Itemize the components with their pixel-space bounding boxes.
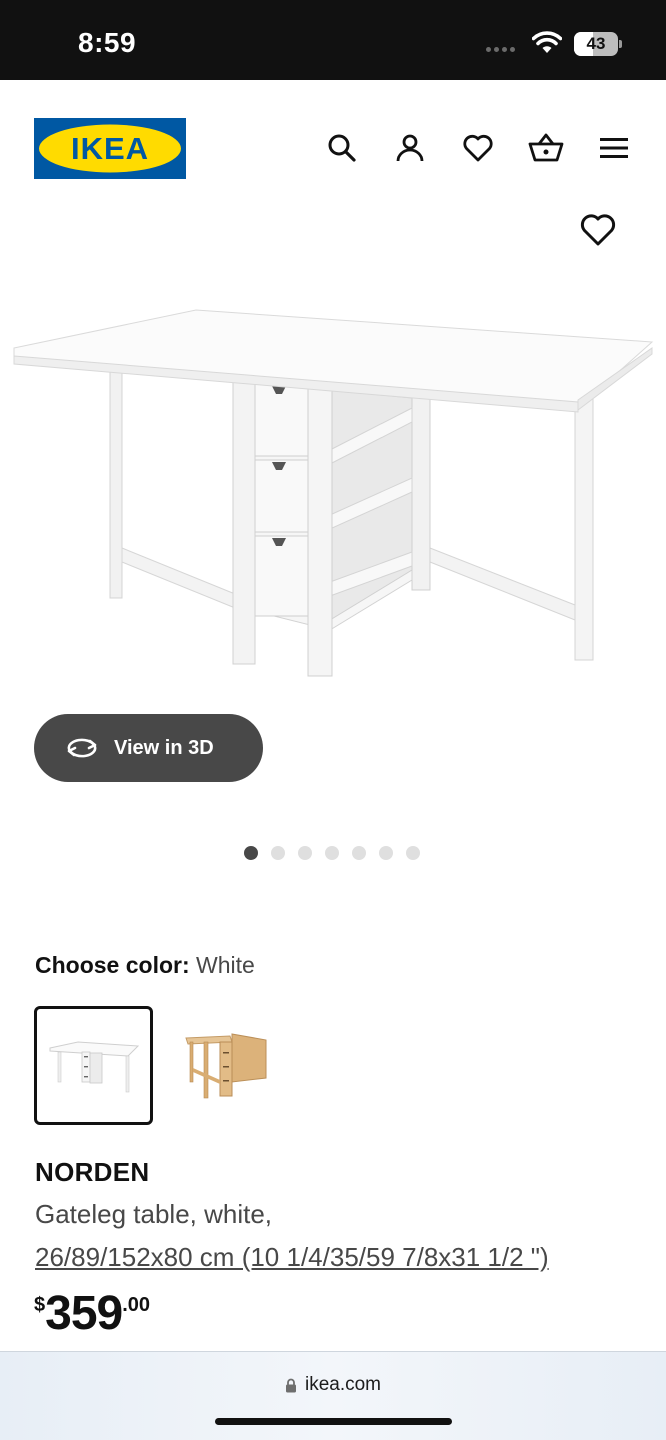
price-decimals: .00 bbox=[122, 1294, 151, 1316]
url-text: ikea.com bbox=[304, 1374, 382, 1395]
selected-color: White bbox=[196, 952, 255, 978]
menu-icon[interactable] bbox=[596, 130, 632, 166]
carousel-dot[interactable] bbox=[406, 846, 420, 860]
cart-icon[interactable] bbox=[528, 130, 564, 166]
product-price: $ 359 .00 bbox=[34, 1288, 150, 1340]
ikea-logo[interactable]: IKEA bbox=[34, 118, 186, 179]
carousel-dot[interactable] bbox=[298, 846, 312, 860]
signal-dots-icon bbox=[486, 47, 515, 52]
product-size-link[interactable]: 26/89/152x80 cm (10 1/4/35/59 7/8x31 1/2… bbox=[35, 1242, 549, 1273]
product-image[interactable] bbox=[0, 290, 666, 690]
heart-icon[interactable] bbox=[460, 130, 496, 166]
price-integer: 359 bbox=[45, 1287, 123, 1340]
price-currency: $ bbox=[34, 1294, 46, 1316]
battery-level: 43 bbox=[586, 34, 606, 53]
choose-color-title: Choose color: bbox=[35, 952, 190, 978]
carousel-dots[interactable] bbox=[244, 846, 420, 860]
status-bar: 8:59 43 bbox=[0, 0, 666, 80]
carousel-dot[interactable] bbox=[325, 846, 339, 860]
search-icon[interactable] bbox=[324, 130, 360, 166]
choose-color-label: Choose color: White bbox=[35, 952, 255, 979]
color-swatch-birch[interactable] bbox=[162, 1006, 281, 1125]
carousel-dot[interactable] bbox=[352, 846, 366, 860]
account-icon[interactable] bbox=[392, 130, 428, 166]
status-time: 8:59 bbox=[78, 27, 137, 58]
carousel-dot[interactable] bbox=[244, 846, 258, 860]
carousel-dot[interactable] bbox=[271, 846, 285, 860]
color-swatch-white[interactable] bbox=[34, 1006, 153, 1125]
rotate-3d-icon bbox=[67, 738, 97, 758]
carousel-dot[interactable] bbox=[379, 846, 393, 860]
wifi-icon bbox=[532, 31, 562, 53]
url-bar[interactable]: ikea.com bbox=[0, 1374, 666, 1396]
lock-icon bbox=[285, 1378, 296, 1392]
favorite-heart-icon[interactable] bbox=[578, 210, 618, 250]
product-name: NORDEN bbox=[35, 1157, 150, 1187]
product-description: Gateleg table, white, bbox=[35, 1199, 273, 1229]
browser-bar: ikea.com bbox=[0, 1351, 666, 1440]
logo-text: IKEA bbox=[71, 131, 149, 166]
home-indicator[interactable] bbox=[215, 1418, 452, 1425]
battery-cap bbox=[619, 40, 622, 48]
battery-icon: 43 bbox=[574, 32, 618, 56]
view-3d-label: View in 3D bbox=[114, 736, 214, 759]
view-3d-button[interactable]: View in 3D bbox=[34, 714, 263, 782]
